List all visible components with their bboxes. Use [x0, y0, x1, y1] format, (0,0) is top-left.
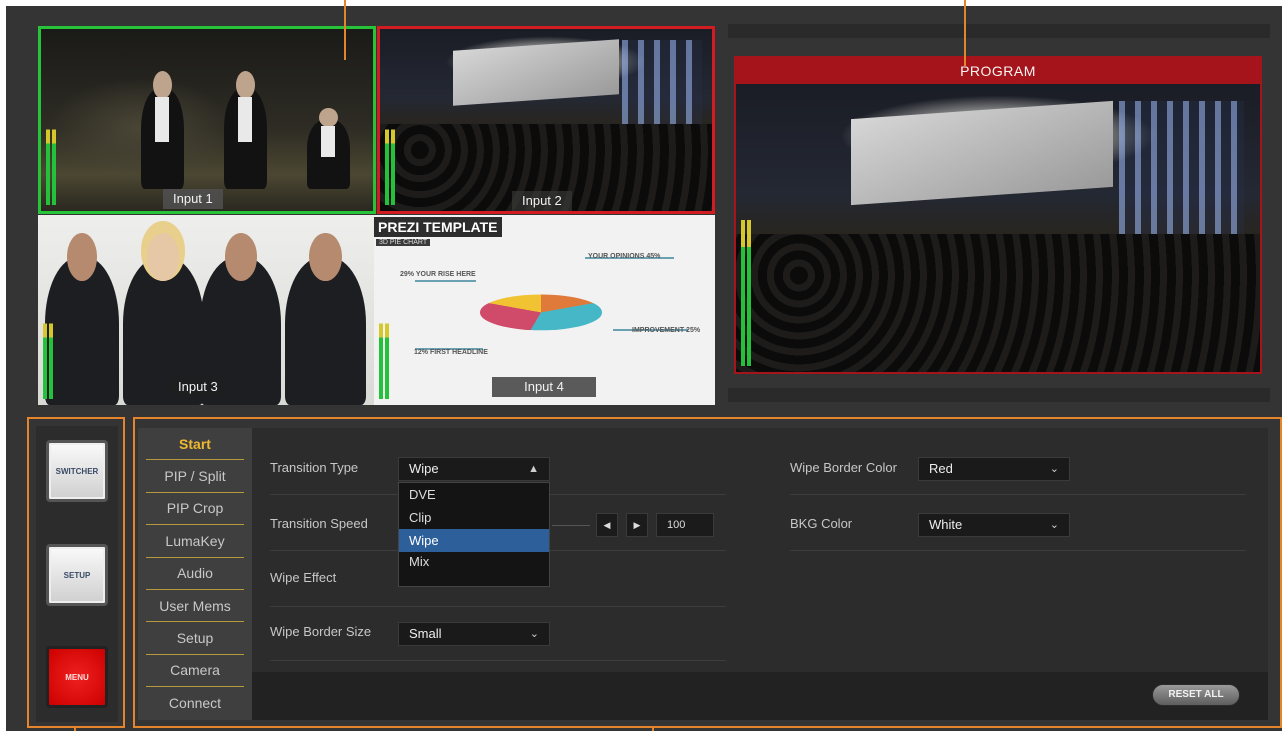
input-4-title-overlay: PREZI TEMPLATE — [374, 217, 502, 237]
program-top-bar — [728, 24, 1270, 38]
speed-slider-track[interactable] — [552, 525, 590, 526]
transition-type-dropdown[interactable]: Wipe ▲ — [398, 457, 550, 481]
tab-pip-split[interactable]: PIP / Split — [146, 460, 244, 493]
input-3-label: Input 3 — [168, 377, 228, 397]
infographic-text: IMPROVEMENT 25% — [632, 327, 701, 334]
setup-button[interactable]: SETUP — [46, 544, 108, 606]
option-mix[interactable]: Mix — [399, 552, 549, 586]
option-clip[interactable]: Clip — [399, 506, 549, 529]
wipe-border-color-dropdown[interactable]: Red ⌄ — [918, 457, 1070, 481]
input-1-video — [41, 29, 373, 211]
input-1-label: Input 1 — [163, 189, 223, 209]
start-settings: Transition Type Wipe ▲ Transition Speed … — [252, 428, 1268, 672]
transition-speed-label: Transition Speed — [270, 516, 368, 531]
option-wipe[interactable]: Wipe — [399, 529, 549, 552]
input-4-tile[interactable]: PREZI TEMPLATE 3D PIE CHART 29% YOUR RIS… — [374, 215, 715, 405]
transition-type-menu: DVE Clip Wipe Mix — [398, 482, 550, 587]
callout-line — [964, 0, 966, 66]
program-audio-meter — [741, 196, 751, 366]
menu-panel: Start PIP / Split PIP Crop LumaKey Audio… — [138, 428, 1268, 720]
wipe-border-size-label: Wipe Border Size — [270, 624, 372, 639]
infographic-text: 29% YOUR RISE HERE — [400, 271, 476, 278]
menu-button[interactable]: MENU — [46, 646, 108, 708]
program-bottom-bar — [728, 388, 1270, 402]
divider — [270, 606, 726, 607]
transition-type-value: Wipe — [409, 461, 439, 476]
option-dve[interactable]: DVE — [399, 483, 549, 506]
program-output: PROGRAM — [734, 56, 1262, 374]
input-4-label: Input 4 — [492, 377, 596, 397]
program-label: PROGRAM — [736, 58, 1260, 84]
bkg-color-dropdown[interactable]: White ⌄ — [918, 513, 1070, 537]
input-4-audio-meter — [379, 311, 389, 399]
input-1-audio-meter — [46, 117, 56, 205]
infographic-text: 12% FIRST HEADLINE — [414, 349, 488, 356]
chevron-down-icon: ⌄ — [1049, 519, 1059, 531]
input-1-tile[interactable]: Input 1 — [38, 26, 376, 214]
tab-start[interactable]: Start — [146, 428, 244, 461]
divider — [270, 660, 726, 661]
wipe-border-size-value: Small — [409, 626, 442, 641]
triangle-left-icon: ◀ — [603, 519, 611, 530]
bkg-color-value: White — [929, 517, 963, 532]
tab-connect[interactable]: Connect — [146, 687, 244, 719]
input-3-audio-meter — [43, 311, 53, 399]
speed-increase-button[interactable]: ▶ — [626, 513, 648, 537]
wipe-border-size-dropdown[interactable]: Small ⌄ — [398, 622, 550, 646]
tab-camera[interactable]: Camera — [146, 655, 244, 688]
program-video — [736, 84, 1260, 372]
chevron-down-icon: ⌄ — [1049, 463, 1059, 475]
screenshot-stage: Input 1 Input 2 Input 3 PREZI TEMPLATE 3… — [0, 0, 1288, 731]
bkg-color-label: BKG Color — [790, 516, 853, 531]
input-2-audio-meter — [385, 117, 395, 205]
tab-pip-crop[interactable]: PIP Crop — [146, 493, 244, 526]
chevron-up-icon: ▲ — [528, 463, 539, 475]
speed-decrease-button[interactable]: ◀ — [596, 513, 618, 537]
input-3-tile[interactable]: Input 3 — [38, 215, 376, 405]
triangle-right-icon: ▶ — [633, 519, 641, 530]
speed-value-field[interactable]: 100 — [656, 513, 714, 537]
input-2-tile[interactable]: Input 2 — [377, 26, 715, 214]
input-4-subtitle-overlay: 3D PIE CHART — [376, 239, 431, 246]
tab-lumakey[interactable]: LumaKey — [146, 525, 244, 558]
switcher-button[interactable]: SWITCHER — [46, 440, 108, 502]
tab-setup[interactable]: Setup — [146, 622, 244, 655]
panel-footer: RESET ALL — [252, 672, 1268, 720]
divider — [790, 494, 1246, 495]
sidebar: SWITCHER SETUP MENU — [36, 426, 118, 722]
divider — [790, 550, 1246, 551]
tab-audio[interactable]: Audio — [146, 558, 244, 590]
wipe-effect-label: Wipe Effect — [270, 570, 337, 585]
input-2-label: Input 2 — [512, 191, 572, 211]
transition-type-label: Transition Type — [270, 460, 359, 475]
chevron-down-icon: ⌄ — [529, 628, 539, 640]
menu-tabs: Start PIP / Split PIP Crop LumaKey Audio… — [138, 428, 252, 720]
switcher-app: Input 1 Input 2 Input 3 PREZI TEMPLATE 3… — [6, 0, 1282, 731]
wipe-border-color-value: Red — [929, 461, 953, 476]
callout-line — [344, 0, 346, 60]
tab-user-mems[interactable]: User Mems — [146, 590, 244, 623]
wipe-border-color-label: Wipe Border Color — [790, 460, 897, 475]
input-2-video — [380, 29, 712, 211]
infographic-text: YOUR OPINIONS 45% — [588, 253, 661, 260]
reset-all-button[interactable]: RESET ALL — [1152, 684, 1240, 706]
